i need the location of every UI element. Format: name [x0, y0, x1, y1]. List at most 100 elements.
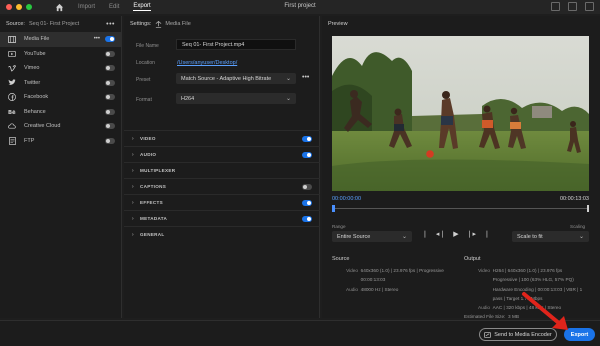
timeline-scrubber[interactable]: [332, 205, 589, 212]
destination-item[interactable]: Creative Cloud: [0, 119, 121, 134]
destination-more-button[interactable]: •••: [94, 36, 100, 42]
scaling-select[interactable]: Scale to fit ⌄: [512, 231, 589, 242]
estimated-size-label: Estimated File Size:: [464, 314, 506, 320]
settings-section[interactable]: › AUDIO: [124, 146, 320, 162]
settings-section[interactable]: › MULTIPLEXER: [124, 162, 320, 178]
home-icon[interactable]: [54, 2, 64, 12]
chevron-right-icon: ›: [132, 135, 134, 142]
out-point-handle[interactable]: [587, 205, 589, 212]
settings-section[interactable]: › EFFECTS: [124, 194, 320, 210]
settings-section-label: AUDIO: [139, 152, 157, 157]
preset-select[interactable]: Match Source - Adaptive High Bitrate ⌄: [176, 73, 296, 84]
output-video-label: Video: [478, 268, 490, 273]
behance-icon: Bē: [8, 108, 16, 116]
chevron-down-icon: ⌄: [285, 96, 291, 102]
timecode-row: 00:00:00:00 00:00:13:03: [332, 196, 589, 202]
tab-import[interactable]: Import: [78, 4, 95, 10]
creative-cloud-icon: [8, 122, 16, 130]
chevron-right-icon: ›: [132, 215, 134, 222]
range-label: Range: [332, 224, 346, 229]
destination-item[interactable]: FTP: [0, 134, 121, 149]
settings-section[interactable]: › GENERAL: [124, 226, 320, 242]
section-toggle[interactable]: [302, 135, 312, 142]
file-name-field[interactable]: Seq 01- First Project.mp4: [176, 39, 296, 50]
chevron-down-icon: ⌄: [578, 234, 584, 240]
destination-item[interactable]: Media File •••: [0, 32, 121, 47]
output-info-title: Output: [464, 256, 481, 262]
destination-toggle[interactable]: [105, 94, 115, 101]
mark-out-icon[interactable]: ❘: [484, 230, 490, 238]
section-toggle[interactable]: [302, 183, 312, 190]
destination-toggle[interactable]: [105, 123, 115, 130]
settings-section[interactable]: › METADATA: [124, 210, 320, 226]
tab-export[interactable]: Export: [133, 3, 151, 11]
mark-in-icon[interactable]: ❘: [422, 230, 428, 238]
source-label: Source:: [6, 21, 25, 27]
chevron-down-icon: ⌄: [401, 234, 407, 240]
format-value: H264: [181, 95, 195, 102]
format-select[interactable]: H264 ⌄: [176, 93, 296, 104]
facebook-icon: [8, 93, 16, 102]
send-to-media-encoder-button[interactable]: Send to Media Encoder: [479, 328, 557, 341]
step-back-icon[interactable]: ◂❘: [436, 230, 445, 238]
destination-label: Facebook: [24, 94, 49, 101]
destination-item[interactable]: Vimeo: [0, 61, 121, 76]
destination-item[interactable]: Twitter: [0, 76, 121, 91]
chevron-down-icon: ⌄: [285, 76, 291, 82]
settings-section-label: CAPTIONS: [139, 184, 167, 189]
source-info-title: Source: [332, 256, 350, 262]
media-file-icon: [156, 20, 162, 28]
in-point-handle[interactable]: [332, 205, 335, 212]
destination-toggle[interactable]: [105, 79, 115, 86]
preset-value: Match Source - Adaptive High Bitrate: [181, 75, 272, 82]
range-select[interactable]: Entire Source ⌄: [332, 231, 412, 242]
destination-toggle[interactable]: [105, 50, 115, 57]
location-link[interactable]: /Users/anyuser/Desktop/: [177, 60, 237, 66]
destination-item[interactable]: Facebook: [0, 90, 121, 105]
fullscreen-icon[interactable]: [585, 2, 594, 11]
scaling-label: Scaling: [570, 224, 586, 229]
destination-item[interactable]: Bē Behance: [0, 105, 121, 120]
output-video-line-2: Progressive | 100 (63% HLG, 57% PQ): [492, 277, 574, 283]
tab-edit[interactable]: Edit: [109, 4, 119, 10]
source-more-button[interactable]: •••: [106, 21, 115, 28]
step-forward-icon[interactable]: ❘▸: [467, 230, 476, 238]
source-audio-label: Audio: [346, 286, 358, 292]
timecode-end: 00:00:13:03: [559, 196, 589, 202]
workspaces-icon[interactable]: [568, 2, 577, 11]
source-info: Video 640x360 (1.0) | 23.976 fps | Progr…: [332, 266, 462, 294]
settings-section-label: MULTIPLEXER: [139, 168, 176, 173]
output-audio-value: AAC | 320 kbps | 48 kHz | Stereo: [492, 305, 562, 311]
destination-toggle[interactable]: [105, 137, 115, 144]
timecode-start[interactable]: 00:00:00:00: [332, 196, 361, 202]
section-toggle[interactable]: [302, 151, 312, 158]
workspace-icons: [551, 2, 594, 11]
destination-toggle[interactable]: [105, 108, 115, 115]
youtube-icon: [8, 50, 16, 58]
play-icon[interactable]: ▶: [453, 230, 458, 238]
location-label: Location: [136, 60, 155, 66]
section-toggle[interactable]: [302, 199, 312, 206]
section-toggle[interactable]: [302, 215, 312, 222]
output-info: Video H264 | 640x360 (1.0) | 23.976 fps …: [464, 266, 598, 322]
format-label: Format: [136, 97, 152, 103]
destination-toggle[interactable]: [105, 65, 115, 72]
source-video-label: Video: [346, 268, 358, 273]
settings-section[interactable]: › CAPTIONS: [124, 178, 320, 194]
preset-more-button[interactable]: •••: [302, 74, 309, 81]
settings-section-label: EFFECTS: [139, 200, 163, 205]
export-button[interactable]: Export: [564, 328, 595, 341]
destination-toggle[interactable]: [105, 36, 115, 43]
minimize-window-button[interactable]: [16, 4, 22, 10]
quick-export-icon[interactable]: [551, 2, 560, 11]
preview-label: Preview: [328, 21, 348, 27]
preview-video[interactable]: [332, 36, 589, 191]
video-frame-image: [332, 36, 589, 191]
destination-item[interactable]: YouTube: [0, 47, 121, 62]
destination-label: Media File: [24, 36, 50, 43]
zoom-window-button[interactable]: [26, 4, 32, 10]
send-to-media-encoder-label: Send to Media Encoder: [494, 331, 552, 338]
settings-section[interactable]: › VIDEO: [124, 130, 320, 146]
close-window-button[interactable]: [6, 4, 12, 10]
source-header: Source: Seq 01- First Project •••: [0, 16, 121, 32]
